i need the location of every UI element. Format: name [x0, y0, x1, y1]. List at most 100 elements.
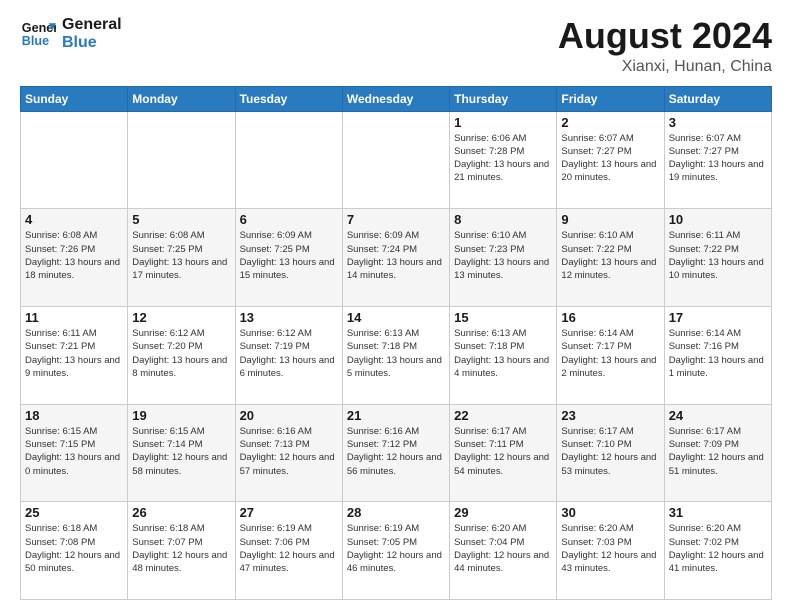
- cell-2-3: 14 Sunrise: 6:13 AM Sunset: 7:18 PM Dayli…: [342, 306, 449, 404]
- day-info-10: Sunrise: 6:11 AM Sunset: 7:22 PM Dayligh…: [669, 229, 767, 282]
- cell-1-3: 7Sunrise: 6:09 AM Sunset: 7:24 PM Daylig…: [342, 209, 449, 307]
- header-wednesday: Wednesday: [342, 86, 449, 111]
- cell-3-6: 24 Sunrise: 6:17 AM Sunset: 7:09 PM Dayli…: [664, 404, 771, 502]
- week-row-1: 4 Sunrise: 6:08 AM Sunset: 7:26 PM Daylig…: [21, 209, 772, 307]
- day-number-28: 28: [347, 505, 445, 520]
- day-info-1: Sunrise: 6:06 AM Sunset: 7:28 PM Dayligh…: [454, 132, 552, 185]
- day-number-31: 31: [669, 505, 767, 520]
- cell-2-4: 15 Sunrise: 6:13 AM Sunset: 7:18 PM Dayli…: [450, 306, 557, 404]
- day-number-19: 19: [132, 408, 230, 423]
- cell-4-3: 28 Sunrise: 6:19 AM Sunset: 7:05 PM Dayli…: [342, 502, 449, 600]
- day-info-12: Sunrise: 6:12 AM Sunset: 7:20 PM Dayligh…: [132, 327, 230, 380]
- day-info-13: Sunrise: 6:12 AM Sunset: 7:19 PM Dayligh…: [240, 327, 338, 380]
- day-number-30: 30: [561, 505, 659, 520]
- cell-2-5: 16 Sunrise: 6:14 AM Sunset: 7:17 PM Dayli…: [557, 306, 664, 404]
- day-number-23: 23: [561, 408, 659, 423]
- day-info-28: Sunrise: 6:19 AM Sunset: 7:05 PM Dayligh…: [347, 522, 445, 575]
- day-info-15: Sunrise: 6:13 AM Sunset: 7:18 PM Dayligh…: [454, 327, 552, 380]
- logo-line2: Blue: [62, 34, 122, 52]
- cell-0-0: [21, 111, 128, 209]
- day-info-4: Sunrise: 6:08 AM Sunset: 7:26 PM Dayligh…: [25, 229, 123, 282]
- cell-0-4: 1 Sunrise: 6:06 AM Sunset: 7:28 PM Daylig…: [450, 111, 557, 209]
- day-info-27: Sunrise: 6:19 AM Sunset: 7:06 PM Dayligh…: [240, 522, 338, 575]
- day-info-21: Sunrise: 6:16 AM Sunset: 7:12 PM Dayligh…: [347, 425, 445, 478]
- day-info-20: Sunrise: 6:16 AM Sunset: 7:13 PM Dayligh…: [240, 425, 338, 478]
- day-info-18: Sunrise: 6:15 AM Sunset: 7:15 PM Dayligh…: [25, 425, 123, 478]
- day-info-17: Sunrise: 6:14 AM Sunset: 7:16 PM Dayligh…: [669, 327, 767, 380]
- calendar-table: Sunday Monday Tuesday Wednesday Thursday…: [20, 86, 772, 600]
- cell-4-5: 30 Sunrise: 6:20 AM Sunset: 7:03 PM Dayli…: [557, 502, 664, 600]
- cell-3-5: 23 Sunrise: 6:17 AM Sunset: 7:10 PM Dayli…: [557, 404, 664, 502]
- weekday-header-row: Sunday Monday Tuesday Wednesday Thursday…: [21, 86, 772, 111]
- logo-icon: General Blue: [20, 16, 56, 52]
- cell-3-1: 19 Sunrise: 6:15 AM Sunset: 7:14 PM Dayli…: [128, 404, 235, 502]
- day-info-2: Sunrise: 6:07 AM Sunset: 7:27 PM Dayligh…: [561, 132, 659, 185]
- day-number-24: 24: [669, 408, 767, 423]
- main-title: August 2024: [558, 16, 772, 56]
- day-number-26: 26: [132, 505, 230, 520]
- day-number-2: 2: [561, 115, 659, 130]
- day-number-10: 10: [669, 212, 767, 227]
- week-row-0: 1 Sunrise: 6:06 AM Sunset: 7:28 PM Daylig…: [21, 111, 772, 209]
- day-number-9: 9: [561, 212, 659, 227]
- day-info-24: Sunrise: 6:17 AM Sunset: 7:09 PM Dayligh…: [669, 425, 767, 478]
- cell-1-4: 8 Sunrise: 6:10 AM Sunset: 7:23 PM Daylig…: [450, 209, 557, 307]
- cell-4-1: 26Sunrise: 6:18 AM Sunset: 7:07 PM Dayli…: [128, 502, 235, 600]
- cell-2-2: 13Sunrise: 6:12 AM Sunset: 7:19 PM Dayli…: [235, 306, 342, 404]
- day-number-29: 29: [454, 505, 552, 520]
- day-info-16: Sunrise: 6:14 AM Sunset: 7:17 PM Dayligh…: [561, 327, 659, 380]
- cell-0-5: 2 Sunrise: 6:07 AM Sunset: 7:27 PM Daylig…: [557, 111, 664, 209]
- day-info-3: Sunrise: 6:07 AM Sunset: 7:27 PM Dayligh…: [669, 132, 767, 185]
- cell-2-1: 12Sunrise: 6:12 AM Sunset: 7:20 PM Dayli…: [128, 306, 235, 404]
- day-info-8: Sunrise: 6:10 AM Sunset: 7:23 PM Dayligh…: [454, 229, 552, 282]
- svg-text:Blue: Blue: [22, 34, 49, 48]
- cell-4-0: 25Sunrise: 6:18 AM Sunset: 7:08 PM Dayli…: [21, 502, 128, 600]
- day-number-4: 4: [25, 212, 123, 227]
- header: General Blue General Blue August 2024 Xi…: [20, 16, 772, 76]
- day-number-14: 14: [347, 310, 445, 325]
- day-number-1: 1: [454, 115, 552, 130]
- day-info-25: Sunrise: 6:18 AM Sunset: 7:08 PM Dayligh…: [25, 522, 123, 575]
- day-info-23: Sunrise: 6:17 AM Sunset: 7:10 PM Dayligh…: [561, 425, 659, 478]
- day-number-11: 11: [25, 310, 123, 325]
- week-row-4: 25Sunrise: 6:18 AM Sunset: 7:08 PM Dayli…: [21, 502, 772, 600]
- logo-line1: General: [62, 16, 122, 34]
- cell-0-6: 3Sunrise: 6:07 AM Sunset: 7:27 PM Daylig…: [664, 111, 771, 209]
- day-number-6: 6: [240, 212, 338, 227]
- day-number-18: 18: [25, 408, 123, 423]
- day-info-19: Sunrise: 6:15 AM Sunset: 7:14 PM Dayligh…: [132, 425, 230, 478]
- header-tuesday: Tuesday: [235, 86, 342, 111]
- day-number-5: 5: [132, 212, 230, 227]
- header-sunday: Sunday: [21, 86, 128, 111]
- cell-1-2: 6Sunrise: 6:09 AM Sunset: 7:25 PM Daylig…: [235, 209, 342, 307]
- week-row-3: 18 Sunrise: 6:15 AM Sunset: 7:15 PM Dayli…: [21, 404, 772, 502]
- cell-4-6: 31Sunrise: 6:20 AM Sunset: 7:02 PM Dayli…: [664, 502, 771, 600]
- cell-1-0: 4 Sunrise: 6:08 AM Sunset: 7:26 PM Daylig…: [21, 209, 128, 307]
- day-number-17: 17: [669, 310, 767, 325]
- cell-3-3: 21Sunrise: 6:16 AM Sunset: 7:12 PM Dayli…: [342, 404, 449, 502]
- cell-0-3: [342, 111, 449, 209]
- header-saturday: Saturday: [664, 86, 771, 111]
- cell-0-1: [128, 111, 235, 209]
- day-info-14: Sunrise: 6:13 AM Sunset: 7:18 PM Dayligh…: [347, 327, 445, 380]
- cell-0-2: [235, 111, 342, 209]
- day-info-5: Sunrise: 6:08 AM Sunset: 7:25 PM Dayligh…: [132, 229, 230, 282]
- cell-3-2: 20Sunrise: 6:16 AM Sunset: 7:13 PM Dayli…: [235, 404, 342, 502]
- page: General Blue General Blue August 2024 Xi…: [0, 0, 792, 612]
- day-info-11: Sunrise: 6:11 AM Sunset: 7:21 PM Dayligh…: [25, 327, 123, 380]
- cell-3-4: 22Sunrise: 6:17 AM Sunset: 7:11 PM Dayli…: [450, 404, 557, 502]
- day-number-15: 15: [454, 310, 552, 325]
- day-number-16: 16: [561, 310, 659, 325]
- header-thursday: Thursday: [450, 86, 557, 111]
- day-info-30: Sunrise: 6:20 AM Sunset: 7:03 PM Dayligh…: [561, 522, 659, 575]
- cell-4-4: 29 Sunrise: 6:20 AM Sunset: 7:04 PM Dayli…: [450, 502, 557, 600]
- title-block: August 2024 Xianxi, Hunan, China: [558, 16, 772, 76]
- cell-1-1: 5 Sunrise: 6:08 AM Sunset: 7:25 PM Daylig…: [128, 209, 235, 307]
- day-info-7: Sunrise: 6:09 AM Sunset: 7:24 PM Dayligh…: [347, 229, 445, 282]
- day-number-8: 8: [454, 212, 552, 227]
- day-info-29: Sunrise: 6:20 AM Sunset: 7:04 PM Dayligh…: [454, 522, 552, 575]
- header-friday: Friday: [557, 86, 664, 111]
- day-number-22: 22: [454, 408, 552, 423]
- cell-4-2: 27Sunrise: 6:19 AM Sunset: 7:06 PM Dayli…: [235, 502, 342, 600]
- week-row-2: 11 Sunrise: 6:11 AM Sunset: 7:21 PM Dayli…: [21, 306, 772, 404]
